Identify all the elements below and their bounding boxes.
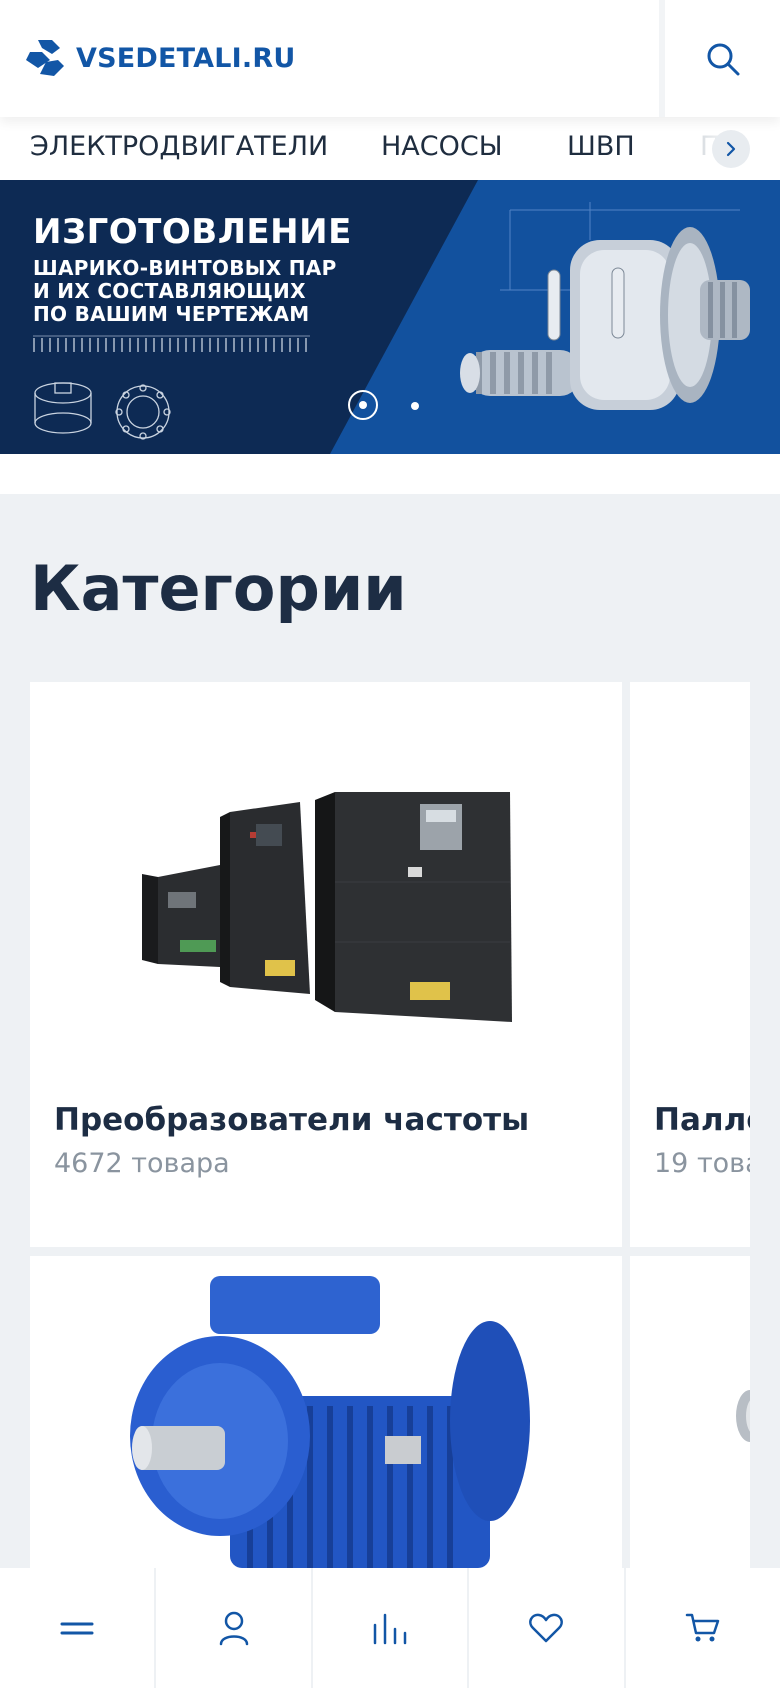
slider-dot-active[interactable] xyxy=(348,390,378,420)
compare-icon xyxy=(373,1613,407,1645)
heart-icon xyxy=(529,1613,564,1643)
search-icon xyxy=(707,43,739,75)
bottom-nav-compare[interactable] xyxy=(312,1568,468,1688)
catnav-next-button[interactable] xyxy=(712,130,750,168)
banner-subtitle-line-2: И ИХ СОСТАВЛЯЮЩИХ xyxy=(33,279,306,303)
header: VSEDETALI.RU xyxy=(0,0,780,117)
banner-subtitle-line-1: ШАРИКО-ВИНТОВЫХ ПАР xyxy=(33,256,337,280)
catnav-item-ballscrews[interactable]: ШВП xyxy=(567,131,635,162)
electric-motor-image xyxy=(130,1276,530,1568)
menu-icon xyxy=(60,1622,94,1635)
ballscrew-illustration xyxy=(460,227,750,410)
cart-icon xyxy=(685,1613,720,1642)
category-card[interactable]: Паллеты 19 товаров xyxy=(630,682,750,1247)
bottom-nav-menu[interactable] xyxy=(0,1568,155,1688)
chevron-right-icon xyxy=(726,141,736,157)
category-card[interactable] xyxy=(30,1256,622,1568)
category-count: 19 товаров xyxy=(654,1148,750,1179)
category-name[interactable]: Преобразователи частоты xyxy=(54,1102,529,1138)
category-nav: ЭЛЕКТРОДВИГАТЕЛИ НАСОСЫ ШВП П xyxy=(0,117,780,180)
category-name[interactable]: Паллеты xyxy=(654,1102,750,1138)
user-icon xyxy=(219,1611,248,1646)
logo-text: VSEDETALI.RU xyxy=(76,42,296,74)
bottom-nav xyxy=(0,1568,780,1688)
catnav-item-motors[interactable]: ЭЛЕКТРОДВИГАТЕЛИ xyxy=(30,131,328,162)
banner-subtitle-line-3: ПО ВАШИМ ЧЕРТЕЖАМ xyxy=(33,302,310,326)
frequency-converter-image xyxy=(142,792,512,1022)
bottom-nav-profile[interactable] xyxy=(156,1568,311,1688)
slider-dot[interactable] xyxy=(411,402,419,410)
banner-title: ИЗГОТОВЛЕНИЕ xyxy=(33,212,352,252)
logo[interactable]: VSEDETALI.RU xyxy=(24,38,295,78)
section-spacer xyxy=(0,454,780,494)
bottom-nav-favorites[interactable] xyxy=(469,1568,624,1688)
search-button[interactable] xyxy=(665,0,780,117)
promo-banner[interactable]: ИЗГОТОВЛЕНИЕ ШАРИКО-ВИНТОВЫХ ПАР И ИХ СО… xyxy=(0,180,780,454)
category-card[interactable]: Преобразователи частоты 4672 товара xyxy=(30,682,622,1247)
category-count: 4672 товара xyxy=(54,1148,230,1179)
catnav-item-pumps[interactable]: НАСОСЫ xyxy=(381,131,503,162)
logo-icon xyxy=(26,40,64,76)
bottom-nav-cart[interactable] xyxy=(625,1568,780,1688)
categories-title: Категории xyxy=(30,552,407,625)
category-card[interactable] xyxy=(630,1256,750,1568)
part-image xyxy=(736,1390,750,1442)
